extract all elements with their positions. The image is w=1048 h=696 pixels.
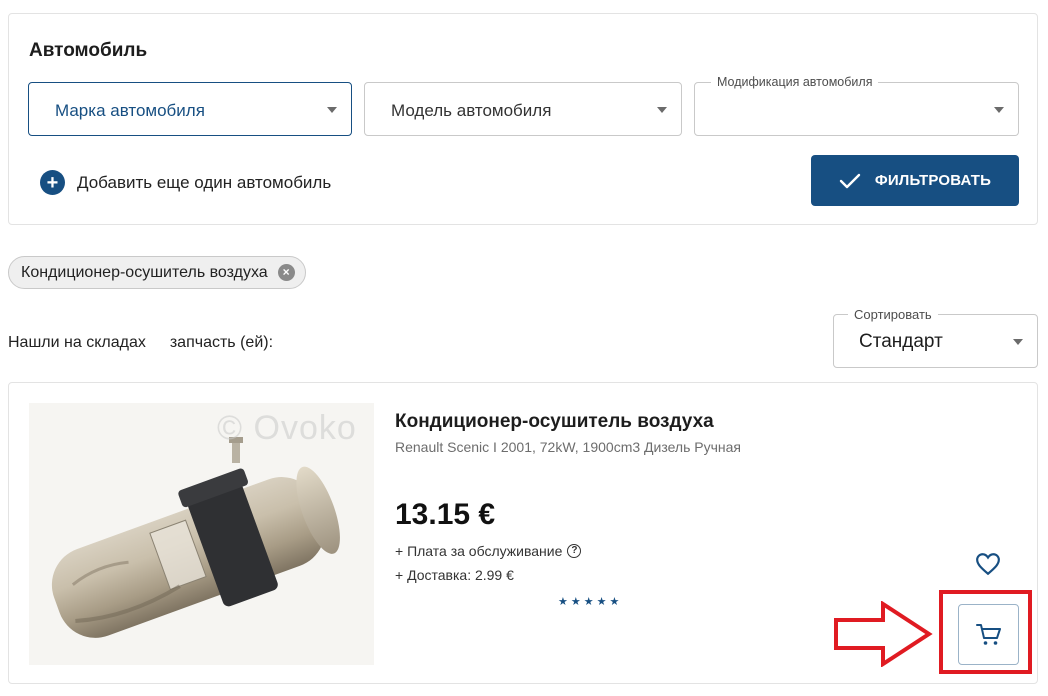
sort-label: Сортировать [848, 307, 938, 322]
filter-button-label: ФИЛЬТРОВАТЬ [874, 172, 992, 189]
add-car-button[interactable]: + Добавить еще один автомобиль [40, 170, 331, 195]
plus-icon: + [40, 170, 65, 195]
brand-select[interactable]: Марка автомобиля [28, 82, 352, 136]
results-count-suffix: запчасть (ей): [169, 334, 274, 351]
image-watermark: © Ovoko [217, 409, 357, 447]
sort-value: Стандарт [859, 331, 943, 352]
model-select-placeholder: Модель автомобиля [391, 101, 552, 120]
car-filter-card: Автомобиль Марка автомобиля Модель автом… [8, 13, 1038, 225]
modification-select[interactable]: Модификация автомобиля [694, 75, 1019, 136]
close-icon[interactable]: × [277, 264, 295, 281]
results-count-prefix: Нашли на складах [8, 334, 146, 351]
check-icon [839, 173, 861, 188]
product-title[interactable]: Кондиционер-осушитель воздуха [395, 411, 714, 433]
sort-select[interactable]: Сортировать Стандарт [833, 307, 1038, 368]
brand-select-placeholder: Марка автомобиля [55, 101, 205, 120]
filter-chip-label: Кондиционер-осушитель воздуха [21, 263, 268, 281]
service-fee: + Плата за обслуживание ? [395, 543, 582, 559]
car-filter-title: Автомобиль [29, 40, 148, 61]
results-count: Нашли на складах запчасть (ей): [8, 334, 273, 352]
filter-chip[interactable]: Кондиционер-осушитель воздуха × [8, 256, 306, 289]
model-select[interactable]: Модель автомобиля [364, 82, 682, 136]
product-subtitle: Renault Scenic I 2001, 72kW, 1900cm3 Диз… [395, 439, 742, 455]
chevron-down-icon [657, 107, 667, 113]
product-image[interactable]: © Ovoko [29, 403, 374, 665]
modification-label: Модификация автомобиля [711, 75, 879, 89]
filter-button[interactable]: ФИЛЬТРОВАТЬ [811, 155, 1019, 206]
add-car-label: Добавить еще один автомобиль [77, 172, 332, 192]
help-icon[interactable]: ? [567, 544, 582, 558]
annotation-arrow-icon [834, 601, 933, 667]
chevron-down-icon [327, 107, 337, 113]
service-fee-label: + Плата за обслуживание [395, 543, 563, 559]
rating-stars: ★★★★★ [558, 596, 623, 608]
chevron-down-icon [994, 107, 1004, 113]
chevron-down-icon [1013, 339, 1023, 345]
delivery-price: + Доставка: 2.99 € [395, 567, 514, 583]
annotation-highlight-box [939, 590, 1032, 674]
product-price: 13.15 € [395, 498, 496, 531]
heart-icon[interactable] [975, 551, 1001, 577]
